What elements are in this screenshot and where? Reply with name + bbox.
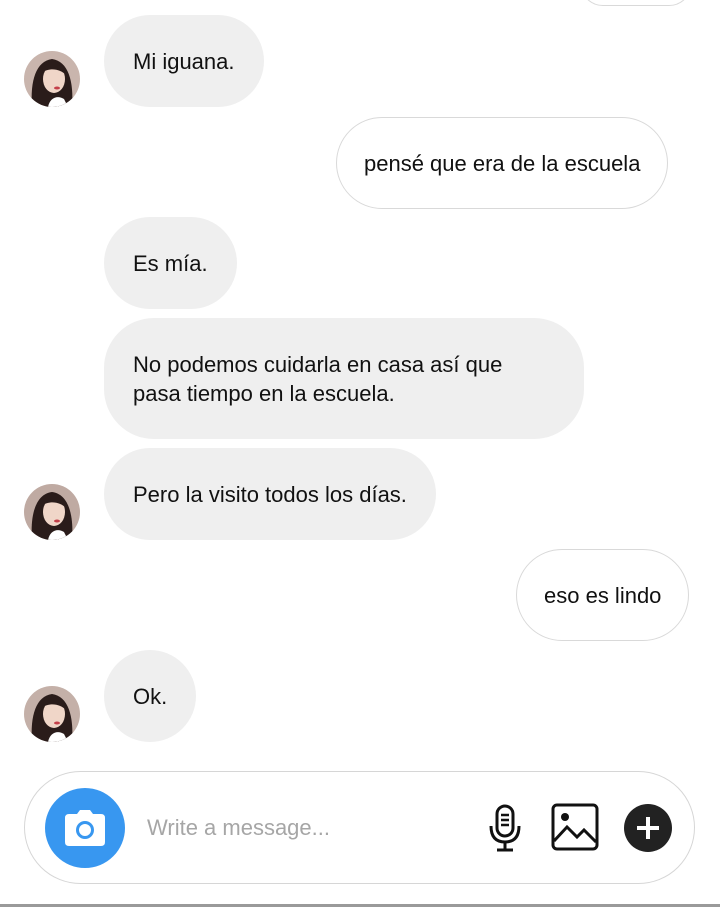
message-text: pensé que era de la escuela	[364, 150, 641, 176]
message-text: Mi iguana.	[133, 48, 235, 74]
gallery-button[interactable]	[551, 803, 599, 856]
message-composer	[24, 771, 695, 884]
microphone-button[interactable]	[488, 804, 522, 857]
camera-button[interactable]	[45, 788, 125, 868]
add-button[interactable]	[624, 804, 672, 857]
previous-message-bubble	[580, 0, 692, 6]
message-text: Ok.	[133, 683, 168, 709]
message-text: No podemos cuidarla en casa así que pasa…	[133, 351, 503, 406]
incoming-message: Ok.	[104, 650, 197, 742]
contact-avatar[interactable]	[24, 686, 80, 742]
incoming-message: Pero la visito todos los días.	[104, 448, 436, 540]
message-text: Es mía.	[133, 250, 208, 276]
incoming-message: Es mía.	[104, 217, 237, 309]
gallery-icon	[551, 803, 599, 851]
plus-icon	[624, 804, 672, 852]
message-input[interactable]	[147, 806, 467, 850]
camera-icon	[65, 810, 105, 846]
microphone-icon	[489, 804, 521, 852]
incoming-message: Mi iguana.	[104, 15, 264, 107]
message-text: Pero la visito todos los días.	[133, 481, 407, 507]
outgoing-message: pensé que era de la escuela	[336, 117, 669, 209]
incoming-message: No podemos cuidarla en casa así que pasa…	[104, 318, 584, 439]
contact-avatar[interactable]	[24, 51, 80, 107]
message-text: eso es lindo	[544, 582, 662, 608]
outgoing-message: eso es lindo	[516, 549, 690, 641]
contact-avatar[interactable]	[24, 484, 80, 540]
